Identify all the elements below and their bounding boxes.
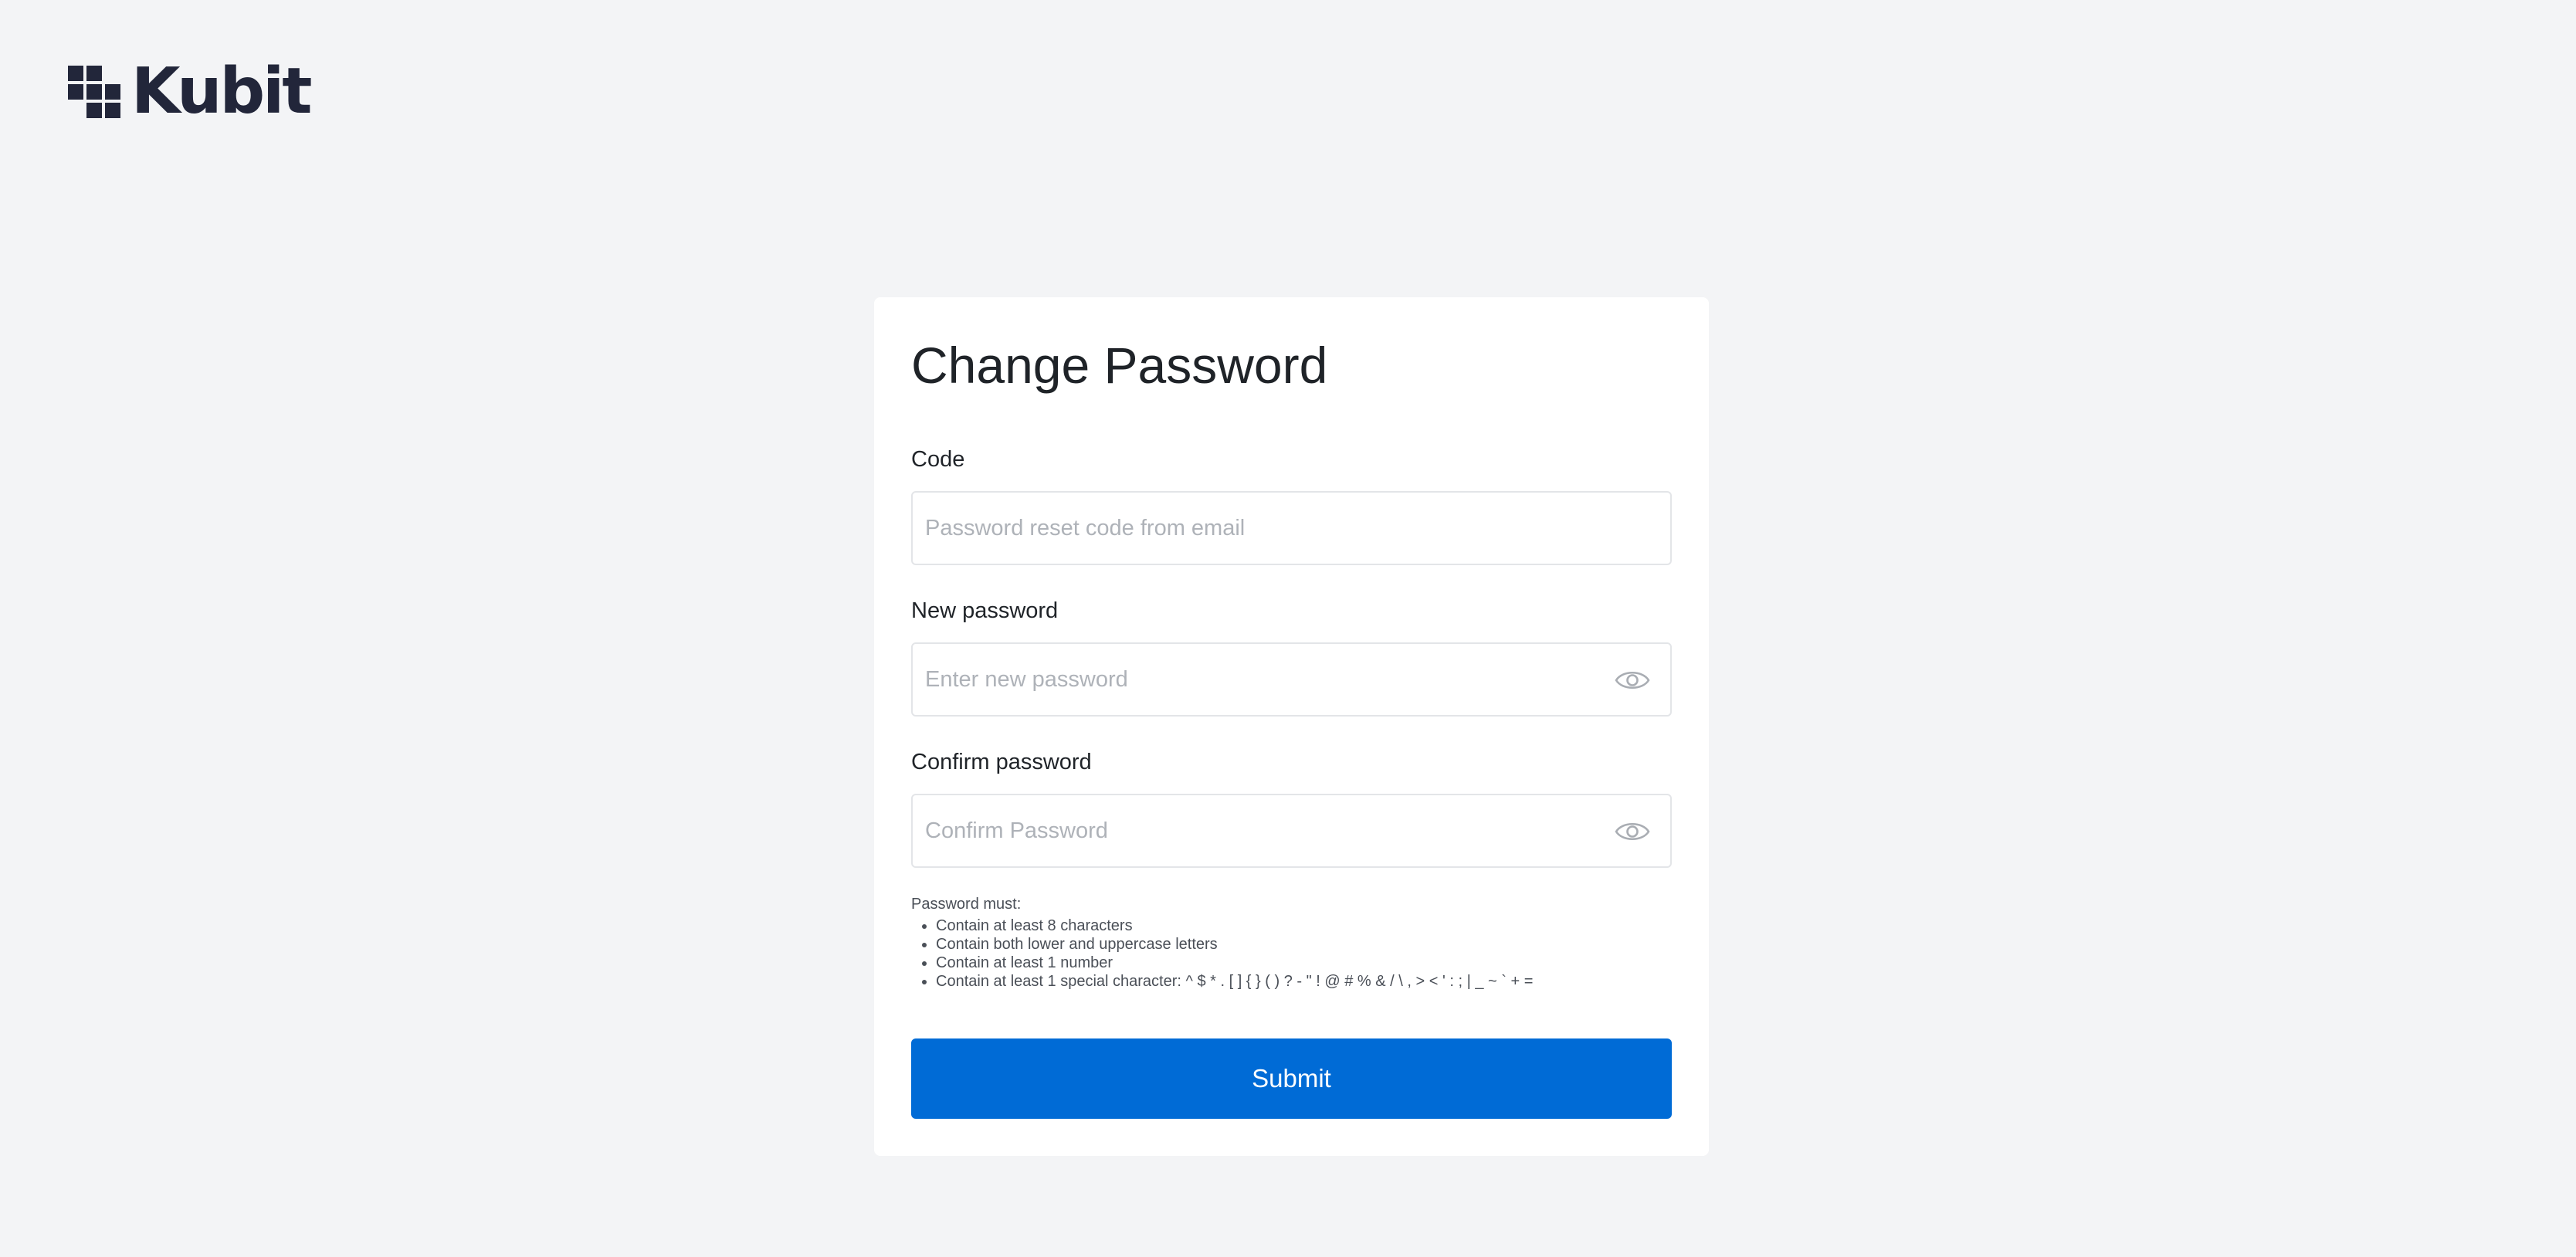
submit-button[interactable]: Submit [911, 1038, 1672, 1119]
confirm-password-field-wrapper [911, 794, 1672, 868]
eye-icon[interactable] [1615, 667, 1650, 693]
password-requirements-list: Contain at least 8 characters Contain bo… [911, 916, 1533, 991]
code-field-wrapper [911, 491, 1672, 565]
new-password-field-wrapper [911, 642, 1672, 717]
requirement-item: Contain at least 8 characters [936, 916, 1533, 935]
confirm-password-label: Confirm password [911, 750, 1092, 774]
brand-name: Kubit [131, 55, 312, 128]
code-input[interactable] [925, 493, 1605, 564]
page-title: Change Password [911, 337, 1328, 394]
requirement-item: Contain both lower and uppercase letters [936, 935, 1533, 954]
code-label: Code [911, 447, 965, 472]
password-requirements: Password must: Contain at least 8 charac… [911, 895, 1533, 991]
confirm-password-input[interactable] [925, 795, 1605, 866]
requirement-item: Contain at least 1 special character: ^ … [936, 972, 1533, 991]
kubit-logo: Kubit [68, 60, 312, 124]
requirement-item: Contain at least 1 number [936, 954, 1533, 972]
eye-icon[interactable] [1615, 818, 1650, 845]
change-password-card: Change Password Code New password Confir… [874, 297, 1709, 1156]
new-password-label: New password [911, 598, 1059, 623]
kubit-logo-mark-icon [68, 66, 120, 118]
password-requirements-heading: Password must: [911, 896, 1022, 913]
new-password-input[interactable] [925, 644, 1605, 715]
